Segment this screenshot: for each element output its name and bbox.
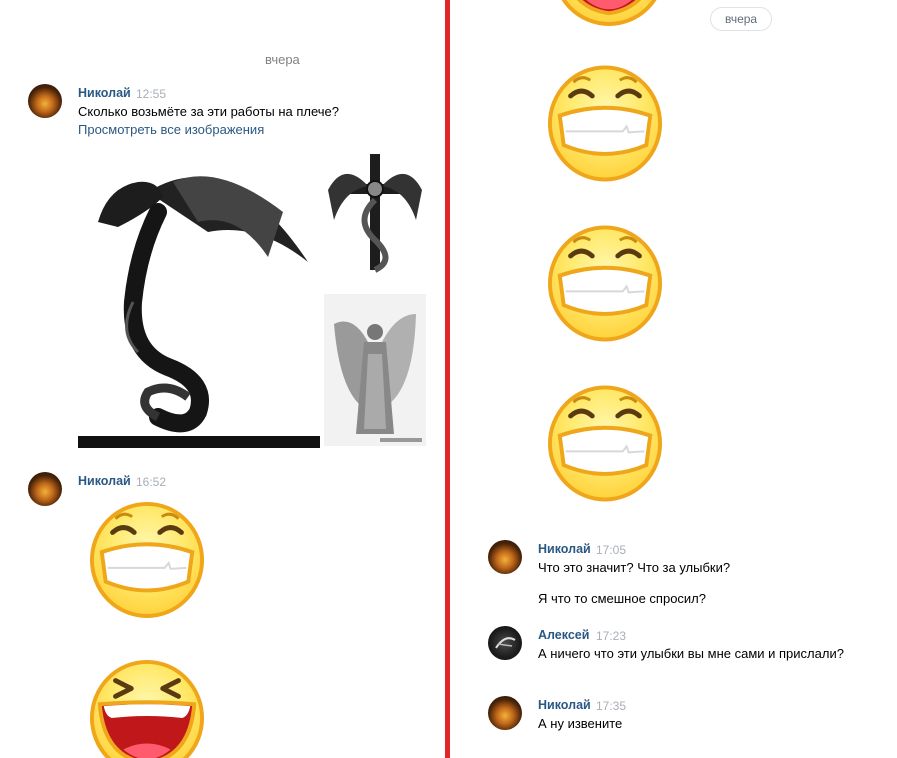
author-name[interactable]: Николай: [78, 86, 131, 100]
message-text: Я что то смешное спросил?: [538, 591, 706, 606]
message-text: Сколько возьмёте за эти работы на плече?: [78, 104, 340, 119]
message-time[interactable]: 17:35: [596, 699, 626, 713]
message-text: А ничего что эти улыбки вы мне сами и пр…: [538, 646, 844, 661]
author-name[interactable]: Николай: [78, 474, 131, 488]
avatar[interactable]: [488, 696, 522, 730]
message-text: Что это значит? Что за улыбки?: [538, 560, 731, 575]
avatar[interactable]: [488, 626, 522, 660]
message-time[interactable]: 17:23: [596, 629, 626, 643]
view-all-images-link[interactable]: Просмотреть все изображения: [78, 122, 264, 137]
date-divider: вчера: [710, 7, 773, 31]
message-time[interactable]: 17:05: [596, 543, 626, 557]
grin-smiley-sticker[interactable]: [546, 218, 664, 346]
author-name[interactable]: Николай: [538, 698, 591, 712]
author-name[interactable]: Николай: [538, 542, 591, 556]
grin-smiley-sticker[interactable]: [88, 496, 206, 621]
message-time[interactable]: 12:55: [136, 87, 166, 101]
message-time[interactable]: 16:52: [136, 475, 166, 489]
author-name[interactable]: Алексей: [538, 628, 589, 642]
photo-cross-dragon-tattoo[interactable]: [324, 150, 426, 278]
grin-smiley-sticker[interactable]: [546, 378, 664, 506]
date-divider: вчера: [265, 52, 300, 67]
laughing-smiley-sticker[interactable]: [88, 654, 206, 758]
avatar[interactable]: [28, 84, 62, 118]
photo-dragon-tattoo[interactable]: [78, 152, 320, 448]
avatar[interactable]: [488, 540, 522, 574]
avatar[interactable]: [28, 472, 62, 506]
photo-angel-tattoo[interactable]: [324, 294, 426, 446]
right-chat-pane[interactable]: вчера Николай 17:05 Что это значит? Что …: [450, 0, 897, 758]
left-chat-pane[interactable]: вчера Николай 12:55 Сколько возьмёте за …: [0, 0, 445, 758]
message-text: А ну извените: [538, 716, 623, 731]
grin-smiley-sticker[interactable]: [546, 58, 664, 186]
laughing-smiley-sticker[interactable]: [550, 0, 668, 29]
